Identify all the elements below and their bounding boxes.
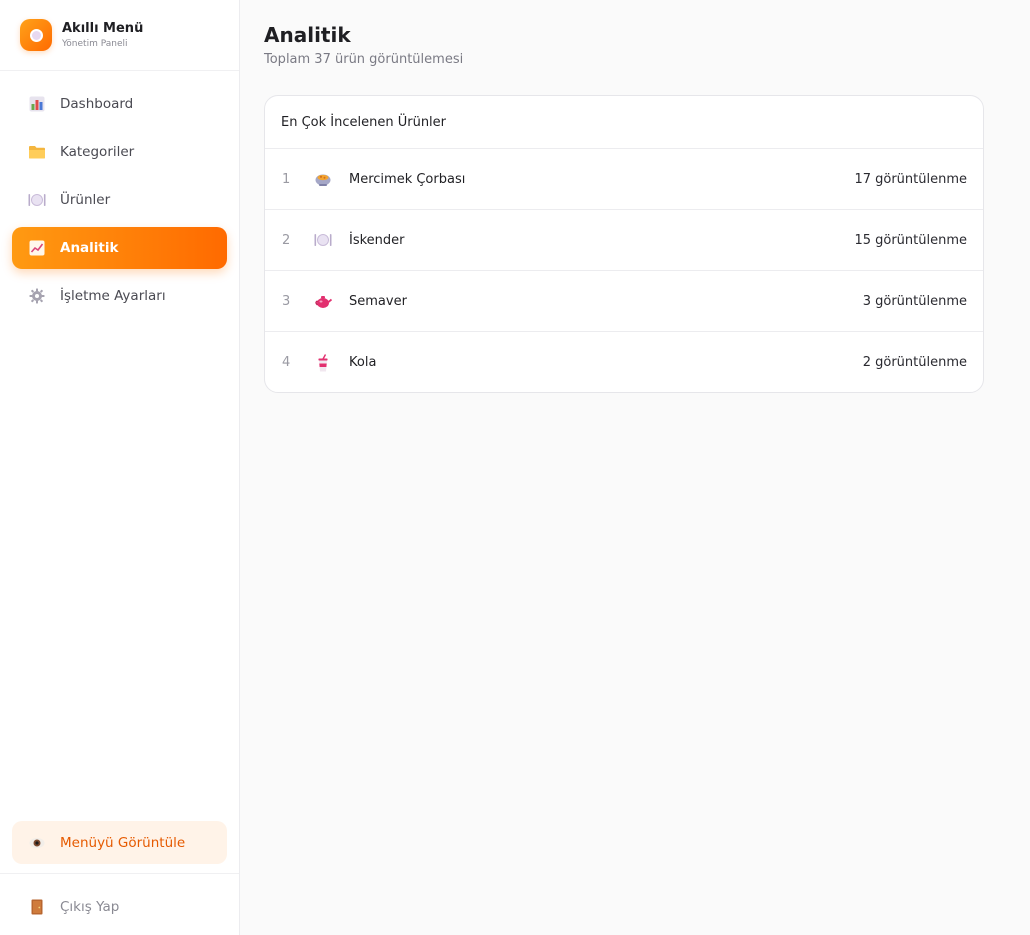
eye-icon	[28, 834, 46, 852]
sidebar-item-label: Kategoriler	[60, 144, 135, 160]
brand-logo-icon	[20, 19, 52, 51]
sidebar-item-kategoriler[interactable]: Kategoriler	[12, 131, 227, 173]
plate-icon	[314, 231, 332, 249]
table-row: 1 Mercimek Çorbası 17 görüntülenme	[265, 149, 983, 210]
door-icon	[28, 898, 46, 916]
sidebar-item-label: İşletme Ayarları	[60, 288, 166, 304]
product-name: İskender	[349, 232, 405, 248]
card-title: En Çok İncelenen Ürünler	[265, 96, 983, 149]
logout-label: Çıkış Yap	[60, 899, 120, 915]
brand: Akıllı Menü Yönetim Paneli	[0, 0, 239, 71]
cup-straw-icon	[314, 353, 332, 372]
top-products-card: En Çok İncelenen Ürünler 1 Mercimek Çorb…	[264, 95, 984, 393]
sidebar-item-dashboard[interactable]: Dashboard	[12, 83, 227, 125]
view-count: 15 görüntülenme	[854, 232, 967, 248]
sidebar-item-label: Ürünler	[60, 192, 111, 208]
product-name: Semaver	[349, 293, 407, 309]
view-count: 3 görüntülenme	[862, 293, 967, 309]
sidebar-item-isletme-ayarlari[interactable]: İşletme Ayarları	[12, 275, 227, 317]
product-name: Mercimek Çorbası	[349, 171, 466, 187]
logout-button[interactable]: Çıkış Yap	[12, 886, 227, 928]
table-row: 2 İskender 15 görüntülenme	[265, 210, 983, 271]
teapot-icon	[314, 292, 332, 310]
view-count: 2 görüntülenme	[862, 355, 967, 370]
view-count: 17 görüntülenme	[854, 171, 967, 187]
brand-subtitle: Yönetim Paneli	[62, 38, 128, 49]
row-rank: 2	[282, 232, 291, 248]
bar-chart-icon	[28, 95, 46, 113]
trend-chart-icon	[28, 239, 46, 257]
sidebar-item-analitik[interactable]: Analitik	[12, 227, 227, 269]
view-menu-label: Menüyü Görüntüle	[60, 834, 186, 851]
sidebar-item-label: Analitik	[60, 240, 119, 256]
row-rank: 3	[282, 293, 291, 309]
folder-icon	[28, 143, 46, 161]
view-menu-button[interactable]: Menüyü Görüntüle	[12, 821, 227, 864]
soup-bowl-icon	[314, 170, 332, 188]
sidebar-item-urunler[interactable]: Ürünler	[12, 179, 227, 221]
page-title: Analitik	[264, 23, 351, 47]
table-row: 3 Semaver 3 görüntülenme	[265, 271, 983, 332]
row-rank: 1	[282, 171, 291, 187]
sidebar-footer-divider	[0, 873, 239, 874]
sidebar-nav: Dashboard Kategoriler Ürünler Analitik İ…	[12, 83, 227, 323]
sidebar-item-label: Dashboard	[60, 96, 134, 112]
sidebar: Akıllı Menü Yönetim Paneli Dashboard Kat…	[0, 0, 240, 935]
table-row: 4 Kola 2 görüntülenme	[265, 332, 983, 392]
gear-icon	[28, 287, 46, 305]
page-subtitle: Toplam 37 ürün görüntülemesi	[264, 52, 464, 67]
product-name: Kola	[349, 355, 377, 370]
brand-title: Akıllı Menü	[62, 20, 144, 36]
plate-icon	[28, 191, 46, 209]
row-rank: 4	[282, 355, 291, 370]
